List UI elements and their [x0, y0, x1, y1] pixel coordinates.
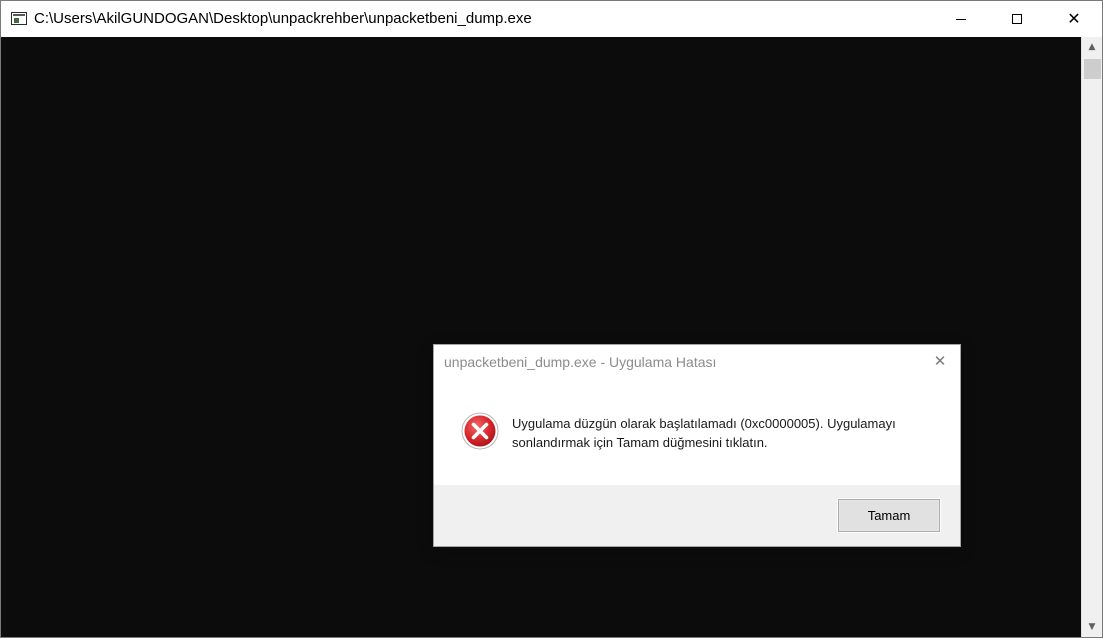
error-icon	[461, 412, 499, 450]
vertical-scrollbar[interactable]: ▲ ▼	[1081, 37, 1102, 637]
scroll-thumb[interactable]	[1084, 59, 1101, 79]
dialog-message: Uygulama düzgün olarak başlatılamadı (0x…	[512, 416, 896, 450]
maximize-icon	[1012, 14, 1022, 24]
dialog-close-button[interactable]: ✕	[928, 349, 952, 373]
window-title: C:\Users\AkilGUNDOGAN\Desktop\unpackrehb…	[34, 10, 532, 27]
minimize-icon	[956, 18, 966, 20]
dialog-footer: Tamam	[434, 485, 960, 546]
title-bar[interactable]: C:\Users\AkilGUNDOGAN\Desktop\unpackrehb…	[1, 1, 1102, 37]
dialog-title: unpacketbeni_dump.exe - Uygulama Hatası	[444, 354, 717, 370]
chevron-up-icon: ▲	[1088, 42, 1096, 52]
error-dialog: unpacketbeni_dump.exe - Uygulama Hatası …	[433, 344, 961, 547]
console-output-area[interactable]	[1, 37, 1081, 637]
scroll-up-button[interactable]: ▲	[1082, 37, 1102, 57]
ok-button[interactable]: Tamam	[837, 498, 941, 533]
maximize-button[interactable]	[994, 1, 1040, 37]
minimize-button[interactable]	[938, 1, 984, 37]
scroll-down-button[interactable]: ▼	[1082, 617, 1102, 637]
chevron-down-icon: ▼	[1088, 622, 1096, 632]
close-button[interactable]: ✕	[1051, 1, 1097, 37]
console-app-icon[interactable]	[11, 12, 27, 25]
close-icon: ✕	[933, 352, 947, 370]
close-icon: ✕	[1067, 9, 1081, 28]
